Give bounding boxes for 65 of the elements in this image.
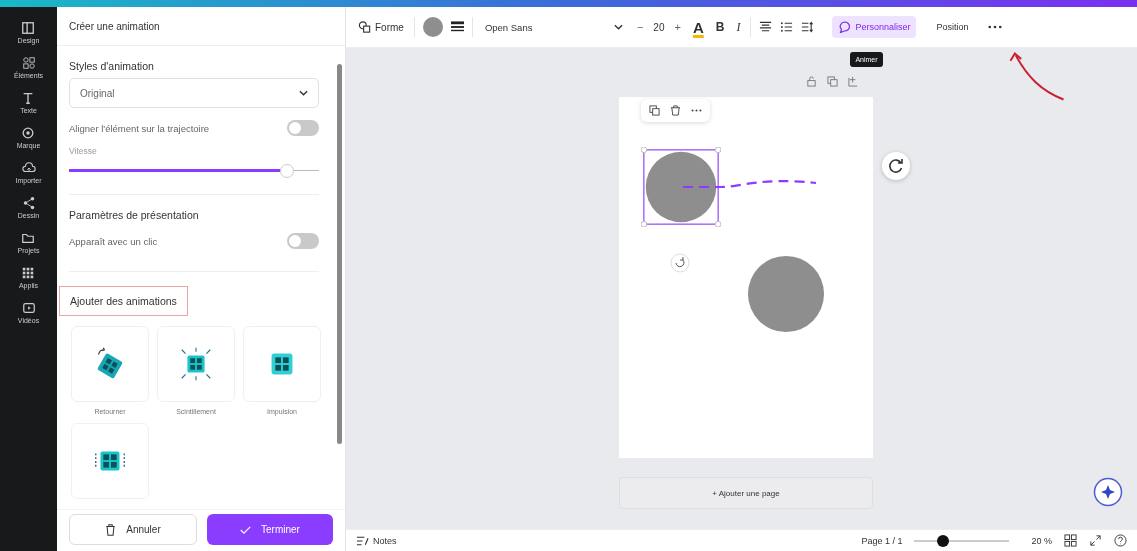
help-icon[interactable] — [1114, 534, 1127, 547]
speech-bubble-icon — [838, 21, 852, 33]
animation-tile[interactable] — [71, 423, 149, 499]
chevron-down-icon — [299, 90, 308, 96]
position-button[interactable]: Position — [934, 20, 971, 34]
grid-icon — [21, 266, 36, 280]
decrease-size-button[interactable]: − — [634, 19, 646, 35]
grid-view-icon[interactable] — [1064, 534, 1077, 547]
more-icon[interactable] — [988, 25, 1003, 29]
animation-tile[interactable] — [243, 326, 321, 402]
folder-icon — [21, 231, 36, 245]
shapes-icon — [358, 21, 371, 33]
cloud-icon — [21, 161, 36, 175]
toggle-switch[interactable] — [287, 233, 319, 249]
font-size-field[interactable]: 20 — [653, 21, 665, 33]
click-label: Apparaît avec un clic — [69, 235, 158, 247]
duplicate-icon[interactable] — [827, 76, 838, 87]
bold-button[interactable]: B — [713, 18, 727, 36]
trash-icon[interactable] — [670, 105, 681, 116]
italic-button[interactable]: I — [734, 17, 743, 37]
speed-label: Vitesse — [69, 146, 97, 156]
zoom-slider[interactable] — [914, 534, 1010, 547]
add-page-icon[interactable] — [848, 76, 859, 87]
list-icon[interactable] — [780, 21, 794, 33]
text-color-button[interactable]: A — [690, 16, 706, 38]
fullscreen-icon[interactable] — [1089, 534, 1102, 547]
style-dropdown[interactable]: Original — [69, 78, 319, 108]
toggle-switch[interactable] — [287, 120, 319, 136]
share-icon — [21, 196, 36, 210]
circle-shape[interactable] — [747, 255, 825, 333]
chevron-down-icon — [613, 24, 623, 30]
slider-thumb[interactable] — [279, 164, 294, 178]
sparkle-button[interactable] — [1093, 477, 1123, 507]
fill-color-swatch[interactable] — [422, 17, 443, 37]
layout-icon — [21, 21, 36, 35]
border-style-icon[interactable] — [450, 21, 464, 33]
section-heading: Paramètres de présentation — [69, 209, 199, 221]
animation-tile[interactable] — [157, 326, 235, 402]
finish-button[interactable]: Terminer — [207, 514, 333, 545]
trash-icon — [105, 523, 117, 536]
copy-icon[interactable] — [649, 105, 660, 116]
panel-title: Créer une animation — [69, 20, 160, 32]
slider-thumb[interactable] — [937, 534, 949, 547]
section-heading: Ajouter des animations — [59, 286, 188, 316]
page-indicator[interactable]: Page 1 / 1 — [861, 535, 903, 546]
shape-button[interactable]: Forme — [356, 19, 406, 35]
customize-button[interactable]: Personnaliser — [832, 16, 917, 38]
notes-button[interactable]: Notes — [356, 534, 397, 547]
increase-size-button[interactable]: + — [672, 19, 683, 35]
animation-tile[interactable] — [71, 326, 149, 402]
align-center-icon[interactable] — [759, 21, 773, 33]
align-label: Aligner l'élément sur la trajectoire — [69, 122, 210, 134]
zoom-percent[interactable]: 20 % — [1031, 535, 1052, 546]
rotate-handle-icon[interactable] — [670, 253, 690, 273]
add-page-button[interactable]: + Ajouter une page — [619, 477, 873, 509]
shapes-icon — [21, 56, 36, 70]
speed-slider[interactable] — [69, 164, 319, 178]
badge-icon — [21, 126, 36, 140]
section-heading: Styles d'animation — [69, 60, 154, 72]
cancel-button[interactable]: Annuler — [69, 514, 197, 545]
refresh-button[interactable] — [881, 151, 911, 181]
line-spacing-icon[interactable] — [801, 21, 815, 33]
lock-icon[interactable] — [806, 76, 817, 87]
video-icon — [21, 301, 36, 315]
notes-icon — [356, 534, 369, 547]
